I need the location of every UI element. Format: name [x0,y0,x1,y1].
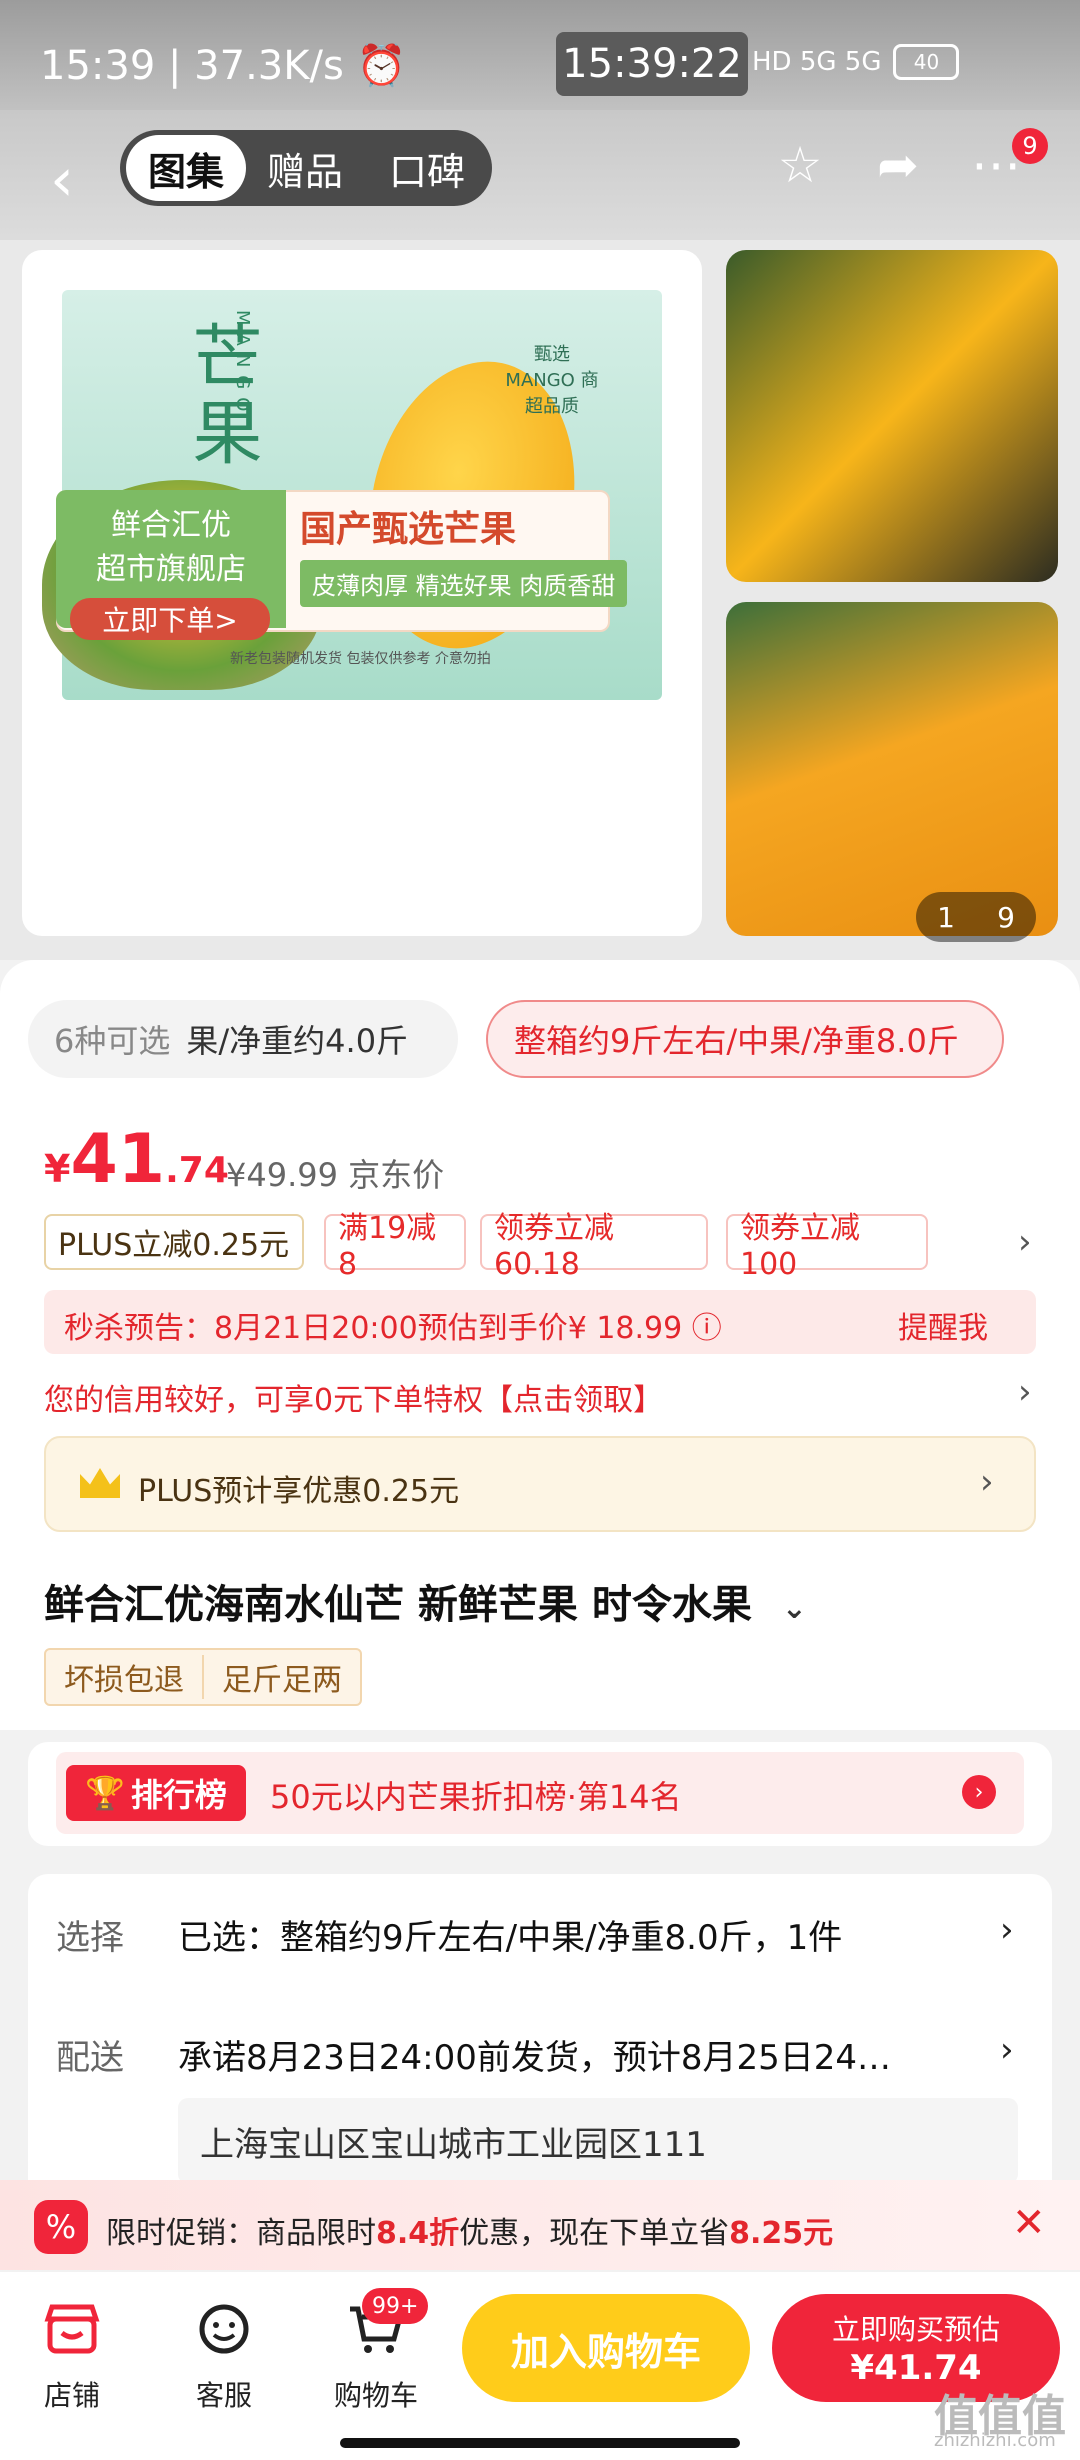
credit-offer-link[interactable]: 您的信用较好，可享0元下单特权【点击领取】 [44,1375,663,1419]
option-selector[interactable]: 6种可选 果/净重约4.0斤 [28,1000,458,1078]
trophy-icon: 🏆 [85,1774,125,1812]
store-icon[interactable] [32,2294,112,2364]
promo-discount: 8.4折 [376,2216,460,2251]
store-order-button: 立即下单> [70,598,270,640]
pager-current: 1 [937,900,955,934]
delivery-chevron-icon[interactable]: › [1000,2030,1014,2070]
jd-price: ¥49.99 京东价 [226,1156,445,1194]
service-tag-2: 足斤足两 [222,1663,342,1698]
cart-label[interactable]: 购物车 [316,2374,436,2414]
share-icon[interactable]: ➦ [868,135,928,195]
flash-sale-text: 秒杀预告：8月21日20:00预估到手价¥ 18.99 ⓘ [64,1311,722,1346]
product-title-text: 鲜合汇优海南水仙芒 新鲜芒果 时令水果 [44,1582,752,1628]
coupon-100[interactable]: 领券立减100 [726,1211,928,1282]
ranking-text: 50元以内芒果折扣榜·第14名 [270,1778,682,1816]
store-name-2: 超市旗舰店 [96,552,246,587]
option-pill-1[interactable]: 果/净重约4.0斤 [186,1016,408,1062]
delivery-label: 配送 [56,2038,124,2078]
store-slogan: 国产甄选芒果 [300,509,517,550]
coupons-chevron-icon[interactable]: › [1018,1222,1032,1262]
delivery-address[interactable]: 上海宝山区宝山城市工业园区111 [178,2098,1018,2184]
cart-badge: 99+ [362,2288,429,2324]
plus-discount-text: PLUS预计享优惠0.25元 [138,1474,460,1509]
select-chevron-icon[interactable]: › [1000,1910,1014,1950]
thumbnail-mango-fork[interactable] [726,602,1058,936]
menu-badge: 9 [1012,128,1048,164]
buy-now-line1: 立即购买预估 [831,2313,1000,2346]
customer-service-label[interactable]: 客服 [164,2374,284,2414]
service-tags[interactable]: 坏损包退 足斤足两 [44,1648,362,1706]
price-integer: 41 [70,1120,166,1199]
price-decimal: .74 [165,1150,229,1191]
option-pill-selected[interactable]: 整箱约9斤左右/中果/净重8.0斤 [486,1000,1004,1078]
tab-gallery[interactable]: 图集 [126,135,246,201]
remind-button[interactable]: 提醒我 [898,1303,988,1347]
current-price: ¥41.74 [44,1120,229,1199]
thumbnail-mango-cut[interactable] [726,250,1058,582]
star-icon[interactable]: ☆ [770,135,830,195]
add-to-cart-button[interactable]: 加入购物车 [462,2294,750,2402]
ranking-label-text: 排行榜 [130,1776,227,1814]
watermark-url: zhizhizhi.com [934,2430,1056,2451]
customer-service-icon[interactable] [184,2294,264,2364]
plus-chevron-icon[interactable]: › [980,1462,994,1502]
credit-chevron-icon[interactable]: › [1018,1372,1032,1412]
status-time: 15:39:22 [556,32,748,96]
coupon-plus[interactable]: PLUS立减0.25元 [44,1214,304,1270]
ranking-label: 🏆 排行榜 [66,1765,246,1821]
service-tag-1: 坏损包退 [46,1655,204,1699]
package-note: 新老包装随机发货 包装仅供参考 介意勿拍 [230,651,491,667]
tab-gifts[interactable]: 赠品 [250,135,360,201]
coupon-60[interactable]: 领券立减60.18 [480,1211,708,1282]
chevron-down-icon[interactable]: ⌄ [782,1591,807,1626]
store-name-1: 鲜合汇优 [111,508,231,543]
promo-save: 8.25元 [729,2216,834,2251]
delivery-value[interactable]: 承诺8月23日24:00前发货，预计8月25日24… [178,2030,891,2079]
battery-icon: 40 [893,44,960,80]
promo-text: 限时促销：商品限时8.4折优惠，现在下单立省8.25元 [106,2208,833,2252]
status-icons: HD 5G 5G 40 [752,44,960,80]
option-count: 6种可选 [54,1022,171,1060]
tab-reviews[interactable]: 口碑 [372,135,482,201]
promo-pre: 限时促销：商品限时 [106,2216,376,2251]
price-currency: ¥ [44,1147,71,1191]
home-indicator[interactable] [340,2438,740,2448]
coupon-full-reduction[interactable]: 满19减8 [324,1211,466,1282]
signal-icon: HD 5G 5G [752,47,882,77]
gallery-pager: 1 9 [916,892,1036,942]
close-icon[interactable]: ✕ [1012,2200,1046,2246]
back-icon[interactable]: ‹ [50,145,74,215]
percent-icon: % [34,2200,88,2254]
pager-total: 9 [997,900,1015,934]
select-value[interactable]: 已选：整箱约9斤左右/中果/净重8.0斤，1件 [178,1910,842,1959]
promo-mid: 优惠，现在下单立省 [459,2216,730,2251]
select-label: 选择 [56,1918,124,1958]
store-label[interactable]: 店铺 [12,2374,132,2414]
product-title[interactable]: 鲜合汇优海南水仙芒 新鲜芒果 时令水果 ⌄ [44,1572,807,1630]
store-features: 皮薄肉厚 精选好果 肉质香甜 [300,560,628,607]
status-left: 15:39 | 37.3K/s ⏰ [40,43,407,89]
ranking-arrow-icon[interactable]: › [962,1775,996,1809]
